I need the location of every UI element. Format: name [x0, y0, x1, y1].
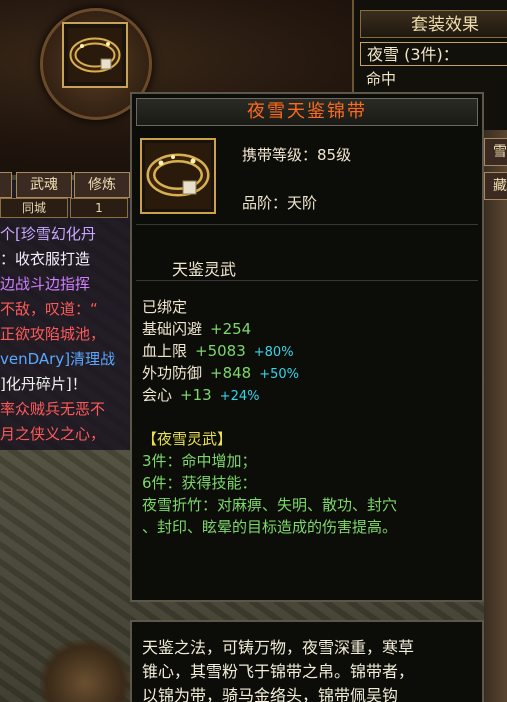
game-scene: 套装效果 夜雪 (3件)： 命中 雪 藏 武魂 修炼 同城 1 个[珍雪幻化丹 ：…: [0, 0, 507, 702]
tab-xiulian[interactable]: 修炼: [74, 172, 130, 198]
suit-entry-yexue[interactable]: 夜雪 (3件)：: [360, 42, 507, 66]
chat-subrow: 同城 1: [0, 198, 130, 218]
lore-text: 天鉴之法，可铸万物，夜雪深重，寒草 锥心，其雪粉飞于锦带之帛。锦带者， 以锦为带…: [142, 636, 476, 702]
chat-message: venDAry]清理战: [0, 350, 116, 368]
stat-bonus: +24%: [219, 389, 260, 404]
stat-row: 基础闪避 +254: [142, 318, 476, 340]
set-bonus-3: 3件：命中增加；: [142, 452, 257, 470]
tab-partial[interactable]: [0, 172, 12, 198]
chat-message: 边战斗边指挥: [0, 275, 91, 293]
suit-effect-title: 套装效果: [360, 10, 507, 38]
suit-entry-detail: 命中: [366, 70, 397, 88]
stat-row: 会心 +13 +24%: [142, 384, 476, 406]
lore-line-2: 锥心，其雪粉飞于锦带之帛。锦带者，: [142, 662, 415, 681]
chat-message: 不敌，叹道：“: [0, 300, 98, 318]
tab-wuhun[interactable]: 武魂: [16, 172, 72, 198]
channel-number[interactable]: 1: [70, 198, 128, 218]
stat-label: 会心: [142, 386, 173, 404]
stat-value: +13: [180, 386, 212, 404]
stat-list: 基础闪避 +254 血上限 +5083 +80% 外功防御 +848 +50% 会心 +13 +24…: [142, 318, 476, 406]
stat-value: +254: [210, 320, 252, 338]
chat-message: 个[珍雪幻化丹: [0, 225, 96, 243]
side-button-2[interactable]: 藏: [484, 172, 507, 200]
item-stats: 已绑定 基础闪避 +254 血上限 +5083 +80% 外功防御 +848 +50% 会心 +1…: [142, 296, 476, 538]
item-tooltip: 夜雪天鉴锦带 携带等级：85级 品阶：天阶 天鉴灵武 已绑定 基础闪避 +254 血…: [130, 92, 484, 602]
item-grade: 品阶：天阶: [242, 194, 318, 212]
carry-level: 携带等级：85级: [242, 146, 352, 164]
belt-icon: [68, 28, 122, 82]
bound-status: 已绑定: [142, 298, 188, 316]
item-icon-frame: [140, 138, 216, 214]
stat-row: 外功防御 +848 +50%: [142, 362, 476, 384]
stat-label: 外功防御: [142, 364, 203, 382]
stat-bonus: +50%: [259, 367, 300, 382]
stat-label: 血上限: [142, 342, 188, 360]
stat-row: 血上限 +5083 +80%: [142, 340, 476, 362]
set-skill-line1: 夜雪折竹：对麻痹、失明、散功、封穴: [142, 496, 398, 514]
set-bonus-6: 6件：获得技能：: [142, 474, 257, 492]
stat-value: +848: [210, 364, 252, 382]
stat-label: 基础闪避: [142, 320, 203, 338]
equipment-slot-belt[interactable]: [62, 22, 128, 88]
stat-bonus: +80%: [253, 345, 294, 360]
lore-tooltip: 天鉴之法，可铸万物，夜雪深重，寒草 锥心，其雪粉飞于锦带之帛。锦带者， 以锦为带…: [130, 620, 484, 702]
right-side-strip: [484, 130, 507, 702]
chat-tabs: 武魂 修炼: [0, 172, 130, 198]
chat-message: ]化丹碎片]！: [0, 375, 87, 393]
lore-line-3: 以锦为带，骑马金络头，锦带佩吴钩: [142, 686, 399, 702]
set-skill-line2: 、封印、眩晕的目标造成的伤害提高。: [142, 518, 398, 536]
divider: [136, 280, 478, 281]
channel-tongcheng[interactable]: 同城: [0, 198, 68, 218]
belt-icon: [145, 143, 211, 209]
dragon-ornament: [40, 640, 130, 702]
chat-message: 率众贼兵无恶不: [0, 400, 106, 418]
stat-value: +5083: [195, 342, 246, 360]
set-header: 【夜雪灵武】: [142, 430, 233, 448]
item-category: 天鉴灵武: [172, 260, 237, 279]
item-name: 夜雪天鉴锦带: [136, 98, 478, 126]
divider: [136, 224, 478, 225]
side-button-1[interactable]: 雪: [484, 138, 507, 166]
chat-message: ：收衣服打造: [0, 250, 91, 268]
chat-message: 月之侠义之心，: [0, 425, 106, 443]
chat-messages: 个[珍雪幻化丹 ：收衣服打造 边战斗边指挥 不敌，叹道：“ 正欲攻陷城池， venDAry…: [0, 222, 130, 447]
lore-line-1: 天鉴之法，可铸万物，夜雪深重，寒草: [142, 638, 415, 657]
chat-message: 正欲攻陷城池，: [0, 325, 106, 343]
